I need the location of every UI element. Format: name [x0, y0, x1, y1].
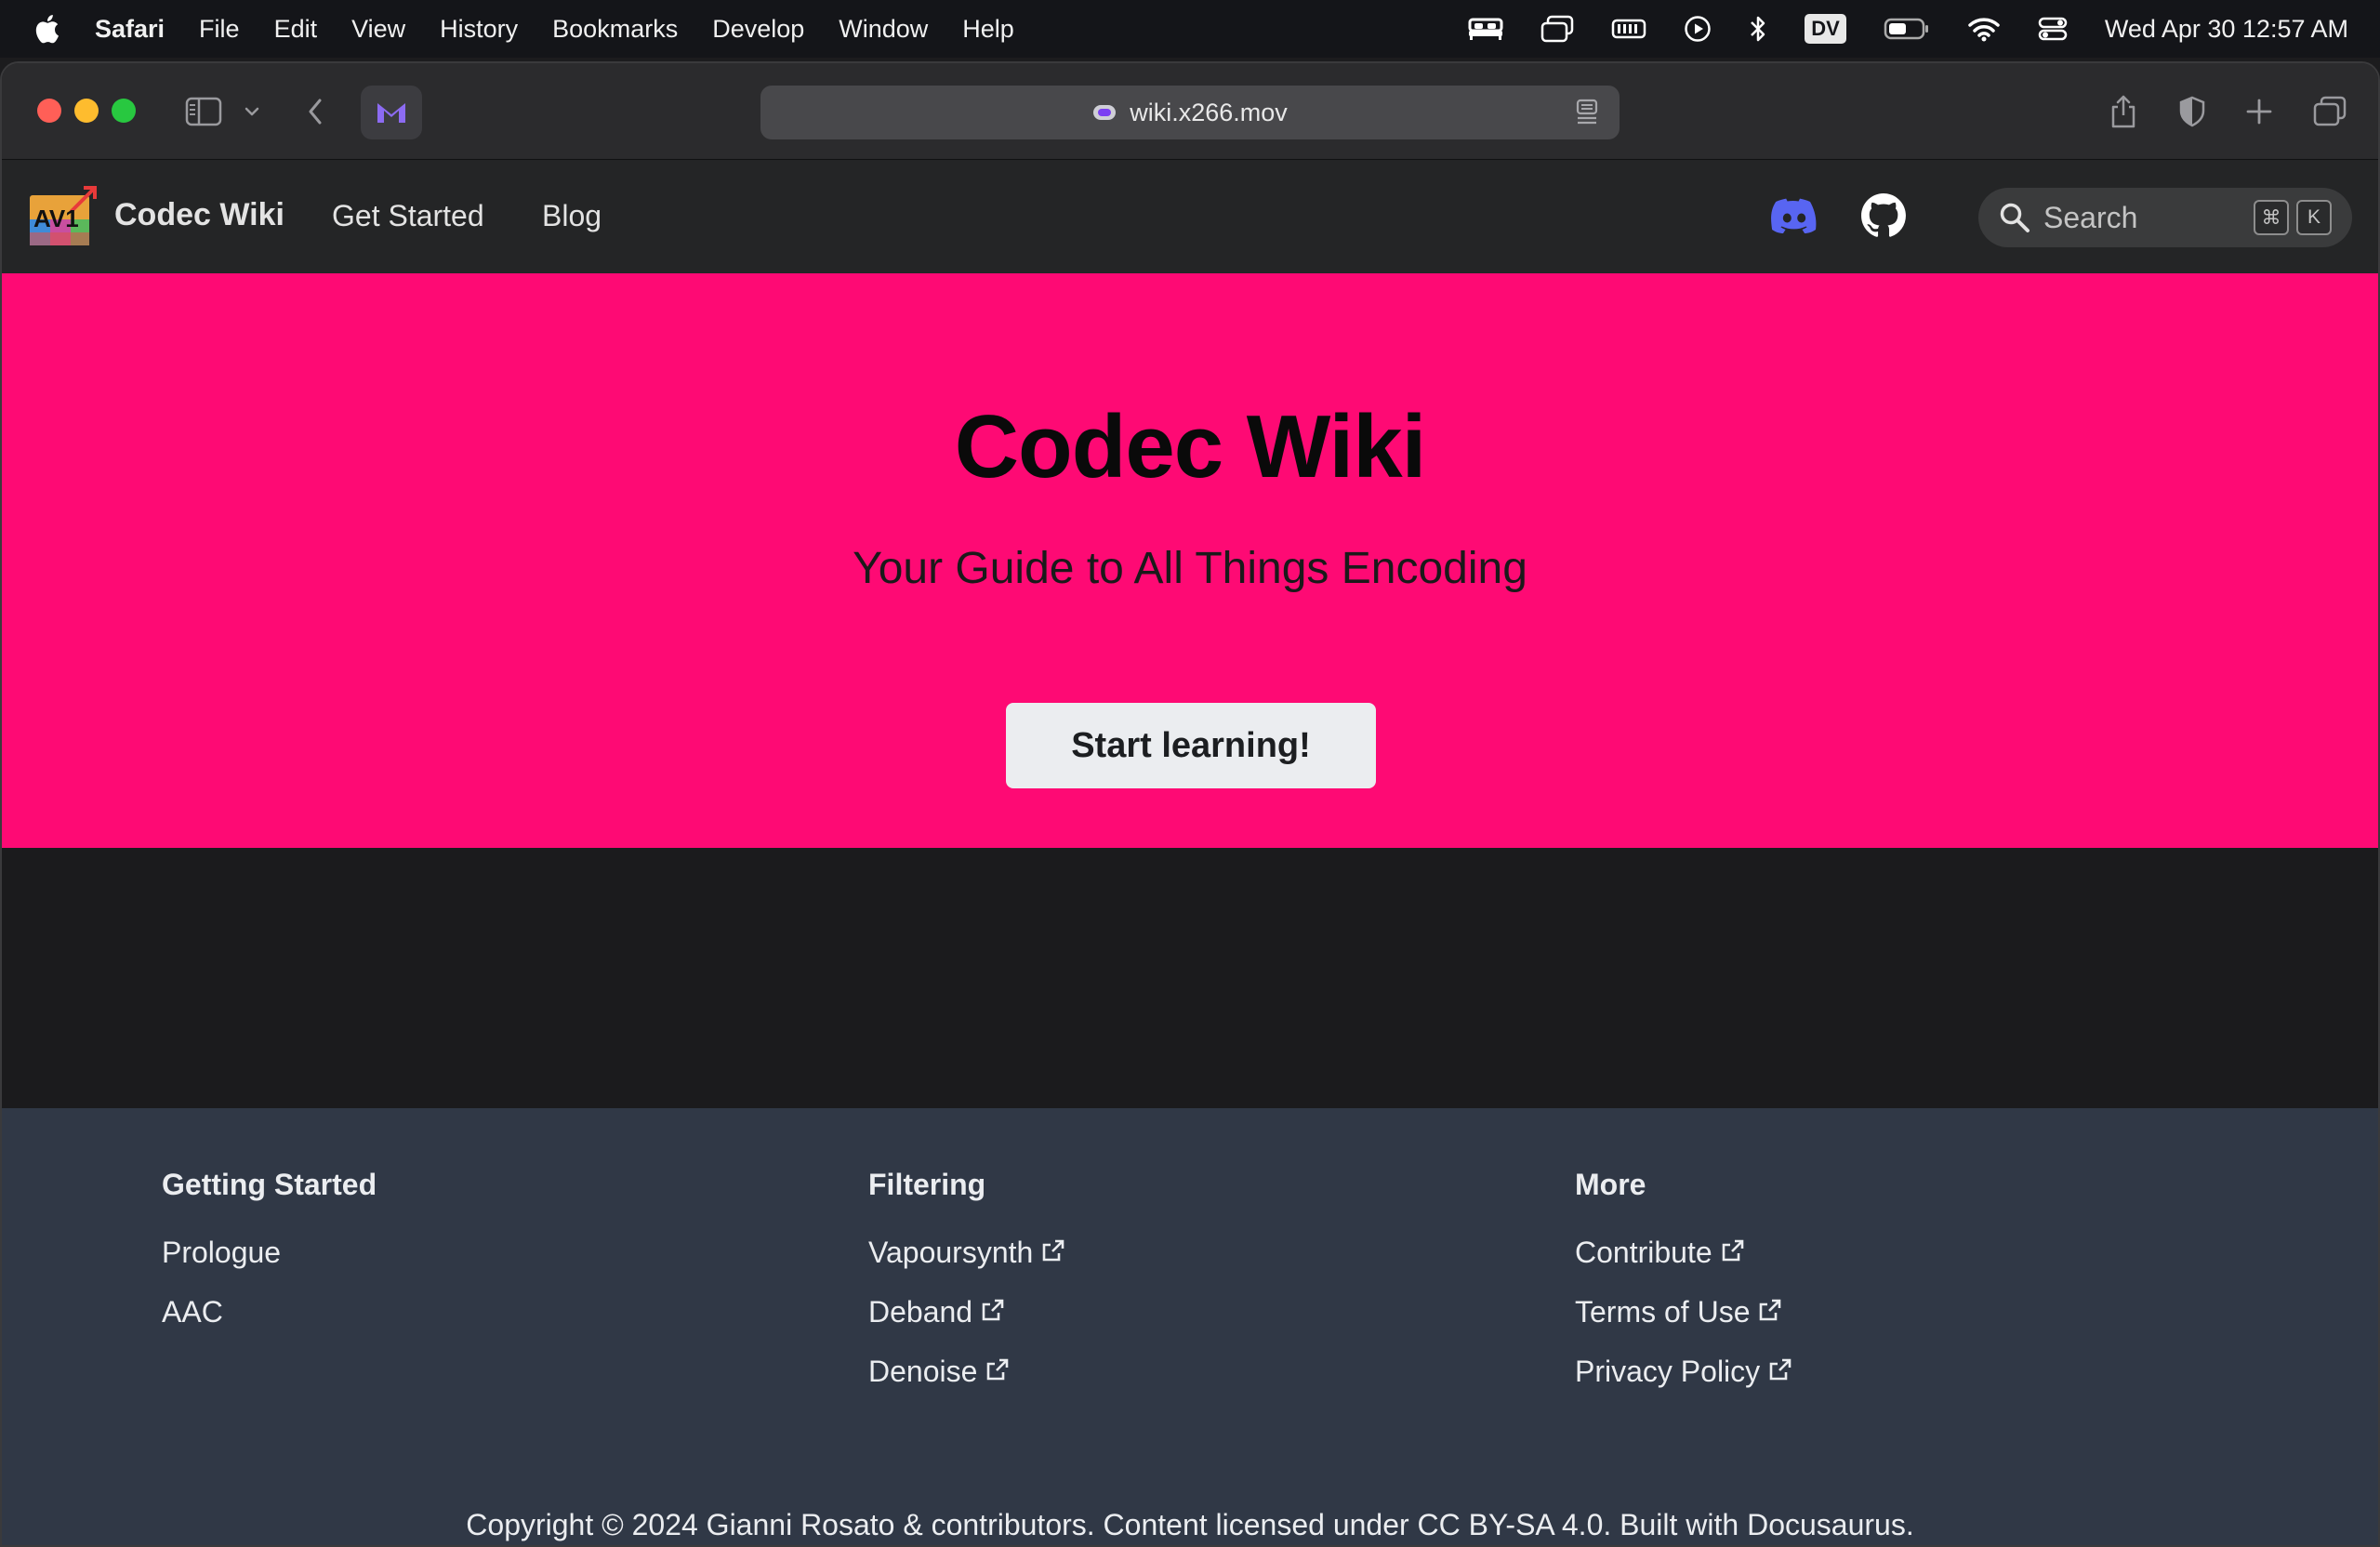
menubar-clock[interactable]: Wed Apr 30 12:57 AM	[2105, 15, 2348, 44]
external-link-icon	[1767, 1356, 1793, 1382]
nav-link-get-started[interactable]: Get Started	[332, 199, 484, 233]
footer-link-deband[interactable]: Deband	[868, 1295, 1066, 1355]
footer-column-title: Filtering	[868, 1168, 986, 1201]
menu-view[interactable]: View	[351, 15, 405, 44]
footer-link-aac[interactable]: AAC	[162, 1295, 377, 1355]
footer-link-denoise[interactable]: Denoise	[868, 1355, 1066, 1414]
bed-icon[interactable]	[1468, 0, 1503, 58]
menu-help[interactable]: Help	[962, 15, 1014, 44]
battery-icon[interactable]	[1884, 0, 1930, 58]
main-content-area	[2, 848, 2378, 1108]
menubar-status-area: DV Wed Apr 30 12:57 AM	[1431, 0, 2348, 58]
dv-icon[interactable]: DV	[1805, 0, 1846, 58]
menu-file[interactable]: File	[199, 15, 240, 44]
footer-column-getting-started: Getting Started Prologue AAC	[162, 1168, 377, 1355]
external-link-icon	[980, 1297, 1006, 1323]
battery-meter-icon[interactable]	[1611, 0, 1646, 58]
back-icon[interactable]	[301, 89, 329, 134]
search-icon	[1999, 202, 2030, 233]
footer-copyright: Copyright © 2024 Gianni Rosato & contrib…	[466, 1508, 1914, 1541]
nav-link-blog[interactable]: Blog	[542, 199, 602, 233]
new-tab-icon[interactable]	[2242, 89, 2276, 134]
mail-extension-icon	[377, 103, 405, 123]
hero-subtitle: Your Guide to All Things Encoding	[853, 544, 1527, 593]
search-placeholder: Search	[2043, 200, 2138, 234]
reader-mode-icon[interactable]	[1575, 99, 1599, 131]
minimize-window-button[interactable]	[74, 99, 99, 123]
tab-overview-icon[interactable]	[2311, 89, 2348, 134]
site-footer: Getting Started Prologue AAC Filtering V…	[2, 1108, 2378, 1545]
address-bar[interactable]: wiki.x266.mov	[760, 86, 1620, 139]
url-text: wiki.x266.mov	[1130, 98, 1288, 126]
footer-column-title: More	[1575, 1168, 1646, 1201]
kbd-k-key: K	[2296, 200, 2332, 235]
external-link-icon	[1720, 1237, 1746, 1263]
macos-menubar: Safari File Edit View History Bookmarks …	[0, 0, 2380, 58]
window-stack-icon[interactable]	[1540, 0, 1574, 58]
menu-edit[interactable]: Edit	[274, 15, 318, 44]
zoom-window-button[interactable]	[112, 99, 136, 123]
menu-history[interactable]: History	[440, 15, 518, 44]
bluetooth-icon[interactable]	[1749, 0, 1767, 58]
privacy-shield-icon[interactable]	[2175, 89, 2209, 134]
dv-badge-label: DV	[1805, 14, 1846, 44]
play-circle-icon[interactable]	[1684, 0, 1712, 58]
safari-toolbar: wiki.x266.mov	[2, 63, 2378, 160]
menu-window[interactable]: Window	[839, 15, 928, 44]
hero-banner: Codec Wiki Your Guide to All Things Enco…	[2, 273, 2378, 848]
external-link-icon	[1757, 1297, 1783, 1323]
window-controls	[37, 99, 136, 123]
start-learning-button[interactable]: Start learning!	[1006, 703, 1376, 788]
menu-develop[interactable]: Develop	[712, 15, 804, 44]
footer-link-contribute[interactable]: Contribute	[1575, 1236, 1793, 1295]
github-icon[interactable]	[1858, 190, 1910, 242]
safari-window: wiki.x266.mov AV1 Codec Wiki Get Started…	[0, 61, 2380, 1547]
wifi-icon[interactable]	[1967, 0, 2001, 58]
hero-title: Codec Wiki	[954, 397, 1427, 496]
footer-link-terms-of-use[interactable]: Terms of Use	[1575, 1295, 1793, 1355]
site-navbar: AV1 Codec Wiki Get Started Blog Search ⌘…	[2, 160, 2378, 273]
footer-column-more: More Contribute Terms of Use Privacy Pol…	[1575, 1168, 1793, 1414]
external-link-icon	[1040, 1237, 1066, 1263]
chevron-down-icon[interactable]	[240, 89, 264, 134]
share-icon[interactable]	[2107, 89, 2140, 134]
sidebar-toggle-icon[interactable]	[182, 89, 225, 134]
footer-link-vapoursynth[interactable]: Vapoursynth	[868, 1236, 1066, 1295]
site-brand-title[interactable]: Codec Wiki	[114, 197, 284, 233]
apple-menu-icon[interactable]	[33, 13, 60, 45]
extension-button[interactable]	[361, 86, 422, 139]
discord-icon[interactable]	[1768, 190, 1820, 242]
footer-column-filtering: Filtering Vapoursynth Deband Denoise	[868, 1168, 1066, 1414]
menu-app-safari[interactable]: Safari	[95, 15, 165, 44]
search-button[interactable]: Search ⌘ K	[1978, 188, 2352, 247]
footer-link-prologue[interactable]: Prologue	[162, 1236, 377, 1295]
close-window-button[interactable]	[37, 99, 61, 123]
menu-bookmarks[interactable]: Bookmarks	[552, 15, 678, 44]
site-favicon-icon	[1092, 103, 1117, 122]
kbd-cmd-key: ⌘	[2254, 200, 2289, 235]
control-center-icon[interactable]	[2038, 0, 2068, 58]
external-link-icon	[985, 1356, 1011, 1382]
av1-logo-icon[interactable]: AV1	[28, 186, 100, 247]
footer-link-privacy-policy[interactable]: Privacy Policy	[1575, 1355, 1793, 1414]
footer-column-title: Getting Started	[162, 1168, 377, 1201]
svg-text:AV1: AV1	[33, 205, 79, 232]
